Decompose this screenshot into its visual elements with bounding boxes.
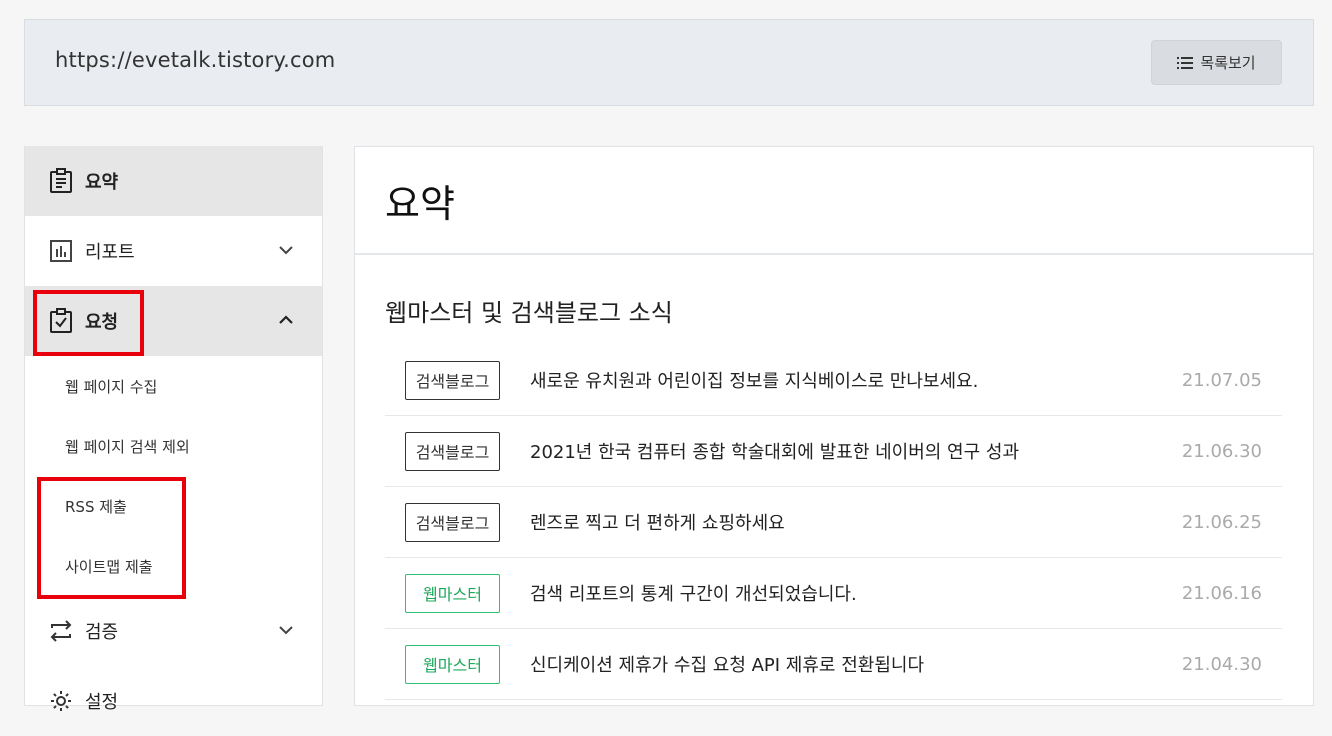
sidebar-subitem-label: RSS 제출 xyxy=(65,497,127,516)
news-title[interactable]: 신디케이션 제휴가 수집 요청 API 제휴로 전환됩니다 xyxy=(530,651,1162,677)
category-badge: 검색블로그 xyxy=(405,502,500,542)
news-title[interactable]: 2021년 한국 컴퓨터 종합 학술대회에 발표한 네이버의 연구 성과 xyxy=(530,438,1162,464)
sidebar-item-report[interactable]: 리포트 xyxy=(25,216,322,286)
news-title[interactable]: 검색 리포트의 통계 구간이 개선되었습니다. xyxy=(530,580,1162,606)
sidebar-item-request[interactable]: 요청 xyxy=(25,286,322,356)
list-view-label: 목록보기 xyxy=(1200,54,1256,72)
sidebar-item-summary[interactable]: 요약 xyxy=(25,146,322,216)
news-item[interactable]: 검색블로그 2021년 한국 컴퓨터 종합 학술대회에 발표한 네이버의 연구 … xyxy=(385,416,1282,487)
news-item[interactable]: 웹마스터 검색 리포트의 통계 구간이 개선되었습니다. 21.06.16 xyxy=(385,558,1282,629)
sidebar-item-settings[interactable]: 설정 xyxy=(25,666,322,736)
sidebar-subitem-label: 웹 페이지 수집 xyxy=(65,377,158,396)
news-item[interactable]: 검색블로그 새로운 유치원과 어린이집 정보를 지식베이스로 만나보세요. 21… xyxy=(385,345,1282,416)
sidebar-item-label: 검증 xyxy=(85,622,119,643)
chevron-down-icon[interactable] xyxy=(276,240,296,260)
news-list: 검색블로그 새로운 유치원과 어린이집 정보를 지식베이스로 만나보세요. 21… xyxy=(385,345,1282,700)
sidebar-item-label: 리포트 xyxy=(85,242,135,263)
sidebar-subitem-rss-submit[interactable]: RSS 제출 xyxy=(25,476,322,536)
sidebar-item-label: 설정 xyxy=(85,692,119,713)
sidebar-item-verify[interactable]: 검증 xyxy=(25,596,322,666)
chevron-up-icon[interactable] xyxy=(276,310,296,330)
list-view-button[interactable]: 목록보기 xyxy=(1151,40,1282,85)
category-badge: 웹마스터 xyxy=(405,644,500,684)
news-date: 21.06.25 xyxy=(1181,511,1262,533)
bar-chart-icon xyxy=(48,238,74,264)
news-date: 21.07.05 xyxy=(1181,369,1262,391)
news-date: 21.06.16 xyxy=(1181,582,1262,604)
main-panel: 요약 웹마스터 및 검색블로그 소식 검색블로그 새로운 유치원과 어린이집 정… xyxy=(354,146,1314,706)
sidebar-subitem-label: 웹 페이지 검색 제외 xyxy=(65,437,190,456)
news-date: 21.06.30 xyxy=(1181,440,1262,462)
list-icon xyxy=(1177,56,1194,70)
page-title: 요약 xyxy=(355,147,1313,255)
category-badge: 검색블로그 xyxy=(405,431,500,471)
news-date: 21.04.30 xyxy=(1181,653,1262,675)
sidebar-item-label: 요약 xyxy=(85,172,119,193)
category-badge: 검색블로그 xyxy=(405,360,500,400)
news-title[interactable]: 새로운 유치원과 어린이집 정보를 지식베이스로 만나보세요. xyxy=(530,367,1162,393)
news-item[interactable]: 웹마스터 신디케이션 제휴가 수집 요청 API 제휴로 전환됩니다 21.04… xyxy=(385,629,1282,700)
sidebar-item-label: 요청 xyxy=(85,312,119,333)
site-url: https://evetalk.tistory.com xyxy=(55,48,336,72)
sidebar: 요약 리포트 요청 웹 페이지 수집 웹 페이지 검색 제외 RSS 제출 사이… xyxy=(24,146,323,713)
category-badge: 웹마스터 xyxy=(405,573,500,613)
chevron-down-icon[interactable] xyxy=(276,620,296,640)
sidebar-subitem-page-collect[interactable]: 웹 페이지 수집 xyxy=(25,356,322,416)
gear-icon xyxy=(48,688,74,714)
clipboard-list-icon xyxy=(48,168,74,194)
swap-arrows-icon xyxy=(48,618,74,644)
sidebar-subitem-label: 사이트맵 제출 xyxy=(65,557,153,576)
news-section-title: 웹마스터 및 검색블로그 소식 xyxy=(385,299,673,327)
news-item[interactable]: 검색블로그 렌즈로 찍고 더 편하게 쇼핑하세요 21.06.25 xyxy=(385,487,1282,558)
sidebar-subitem-page-exclude[interactable]: 웹 페이지 검색 제외 xyxy=(25,416,322,476)
news-title[interactable]: 렌즈로 찍고 더 편하게 쇼핑하세요 xyxy=(530,509,1162,535)
clipboard-check-icon xyxy=(48,308,74,334)
site-header-bar: https://evetalk.tistory.com 목록보기 xyxy=(24,19,1314,106)
sidebar-subitem-sitemap-submit[interactable]: 사이트맵 제출 xyxy=(25,536,322,596)
